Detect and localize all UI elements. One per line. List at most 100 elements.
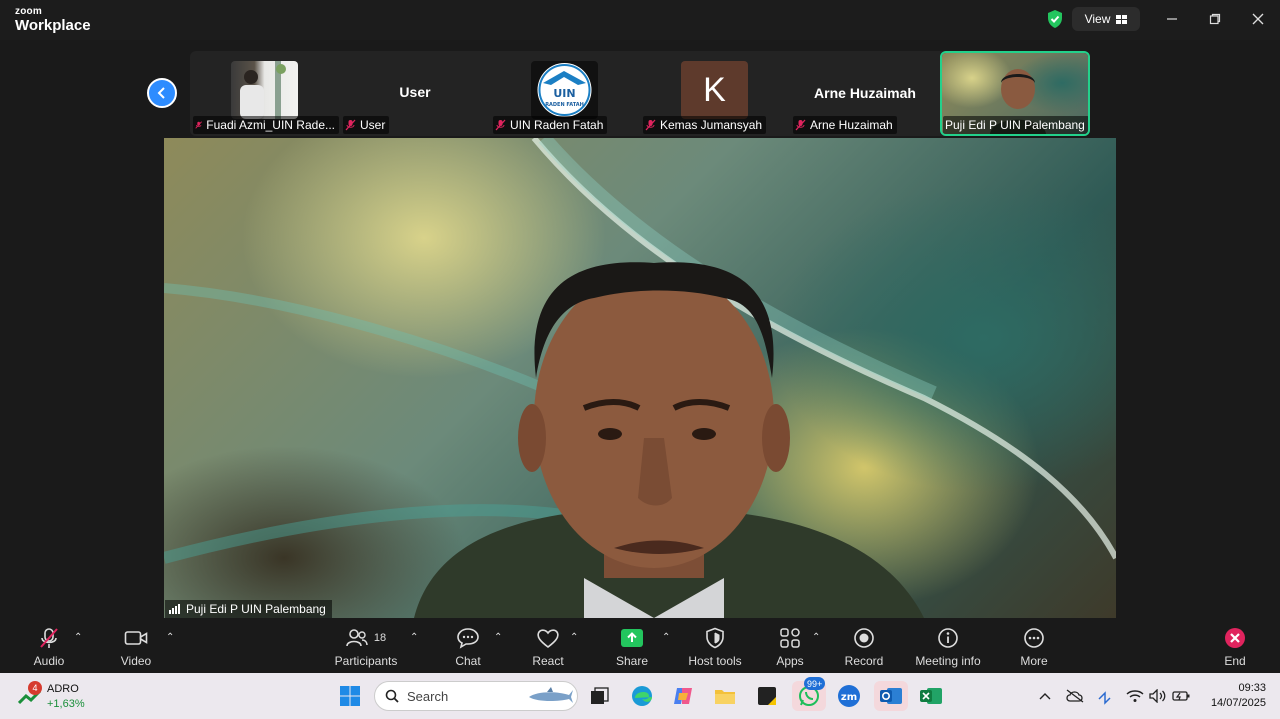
sticky-app-button[interactable] [752,681,782,711]
meeting-info-label: Meeting info [915,654,981,668]
heart-icon [537,629,559,649]
active-speaker-video[interactable] [164,138,1116,618]
windows-logo-icon [340,686,360,706]
participant-tile[interactable]: K Kemas Jumansyah [640,51,790,136]
react-button[interactable]: React [530,626,566,670]
stock-badge: 4 [28,681,42,695]
participant-name: Fuadi Azmi_UIN Rade... [206,118,335,132]
participant-name: User [360,118,386,132]
end-x-icon [1225,628,1245,648]
mic-muted-icon [345,119,356,131]
participant-name: Puji Edi P UIN Palembang [945,118,1085,132]
folder-icon [715,690,735,704]
video-label: Video [120,654,152,668]
share-button[interactable]: Share [614,626,650,670]
copilot-button[interactable] [668,681,698,711]
mic-muted-icon [40,628,58,648]
audio-button[interactable]: Audio [30,626,68,670]
start-button[interactable] [335,681,365,711]
participant-tile-active[interactable]: Puji Edi P UIN Palembang [940,51,1090,136]
edge-browser-button[interactable] [627,681,657,711]
zoom-app-icon: zm [838,685,860,707]
stock-widget[interactable]: 4 ADRO +1,63% [16,681,106,713]
video-button[interactable]: Video [118,626,154,670]
apps-grid-icon [780,628,800,648]
share-options-caret[interactable]: ⌃ [662,632,670,643]
speaker-name-label: Puji Edi P UIN Palembang [165,600,332,618]
wifi-icon [1126,690,1144,702]
participant-name: Arne Huzaimah [810,118,893,132]
record-button[interactable]: Record [844,626,884,670]
speaker-video-frame [164,138,1116,618]
outlook-icon [880,688,902,704]
participant-tile[interactable]: Arne Huzaimah Arne Huzaimah [790,51,940,136]
gallery-previous-button[interactable] [147,78,177,108]
battery-button[interactable] [1168,681,1194,711]
task-view-icon [591,687,609,704]
zoom-app-window: zoom Workplace View Fuadi Azmi_UIN Rade.… [0,0,1280,719]
audio-options-caret[interactable]: ⌃ [74,632,82,643]
close-button[interactable] [1246,8,1270,30]
clock-time: 09:33 [1238,682,1266,694]
participants-icon [346,629,368,647]
host-shield-icon [706,627,724,649]
excel-button[interactable] [916,681,946,711]
uin-logo: UIN RADEN FATAH [531,61,598,119]
end-meeting-button[interactable]: End [1218,626,1252,670]
more-label: More [1020,654,1048,668]
participant-name-label: Arne Huzaimah [793,116,897,134]
whatsapp-button[interactable]: 99+ [792,677,826,711]
close-icon [1252,13,1264,25]
security-shield-icon[interactable] [1045,9,1065,29]
video-options-caret[interactable]: ⌃ [166,632,174,643]
participant-tile[interactable]: User User [340,51,490,136]
edge-icon [632,686,652,706]
participant-tile[interactable]: UIN RADEN FATAH UIN Raden Fatah [490,51,640,136]
chat-label: Chat [455,654,481,668]
view-button[interactable]: View [1072,7,1140,31]
taskbar-search[interactable]: Search [374,681,578,711]
task-view-button[interactable] [585,681,615,711]
clock[interactable]: 09:33 14/07/2025 [1200,681,1266,711]
cloud-off-icon [1066,689,1084,703]
title-bar: zoom Workplace View [0,0,1280,40]
apps-button[interactable]: Apps [772,626,808,670]
copilot-icon [674,688,692,704]
participant-video-thumb [231,61,298,119]
chat-button[interactable]: Chat [450,626,486,670]
brand-big: Workplace [15,17,91,34]
participant-tile[interactable]: Fuadi Azmi_UIN Rade... [190,51,340,136]
grid-icon [1116,14,1128,24]
more-dots-icon [1024,628,1044,648]
speaker-name: Puji Edi P UIN Palembang [186,602,326,616]
meeting-toolbar: Audio ⌃ Video ⌃ 18 Participants ⌃ Chat ⌃… [0,620,1280,672]
file-explorer-button[interactable] [710,681,740,711]
outlook-button[interactable] [874,681,908,711]
search-highlight-shark-icon [529,687,573,703]
search-placeholder: Search [407,688,449,704]
participant-avatar: K [681,61,748,119]
apps-options-caret[interactable]: ⌃ [812,632,820,643]
signal-strength-icon [169,604,180,614]
participant-display-name: Arne Huzaimah [814,85,916,101]
participant-name: Kemas Jumansyah [660,118,763,132]
onedrive-tray-icon[interactable] [1062,681,1088,711]
show-hidden-icons-button[interactable] [1032,681,1058,711]
restore-icon [1209,13,1221,25]
participants-button[interactable]: 18 Participants [334,626,398,670]
participant-name: UIN Raden Fatah [510,118,604,132]
more-button[interactable]: More [1016,626,1052,670]
restore-button[interactable] [1203,8,1227,30]
react-label: React [532,654,564,668]
chat-options-caret[interactable]: ⌃ [494,632,502,643]
host-tools-button[interactable]: Host tools [688,626,742,670]
react-options-caret[interactable]: ⌃ [570,632,578,643]
participant-name-label: Fuadi Azmi_UIN Rade... [193,116,339,134]
mic-muted-icon [495,119,506,131]
bluetooth-tray-icon[interactable] [1092,681,1118,711]
participants-options-caret[interactable]: ⌃ [410,632,418,643]
mic-muted-icon [645,119,656,131]
meeting-info-button[interactable]: Meeting info [914,626,982,670]
minimize-button[interactable] [1160,8,1184,30]
zoom-taskbar-button[interactable]: zm [834,681,864,711]
